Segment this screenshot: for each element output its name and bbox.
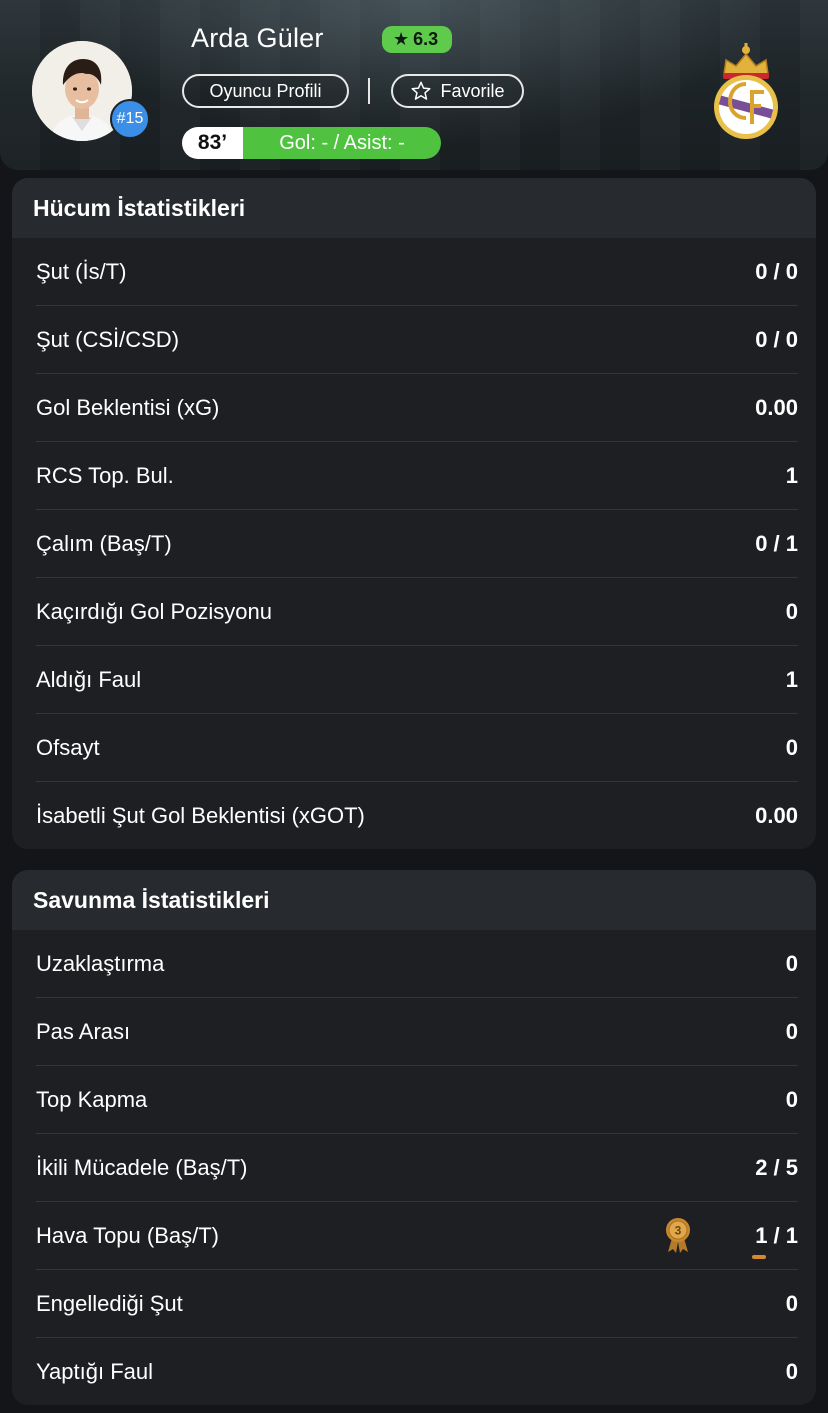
team-crest-icon[interactable] (706, 40, 786, 142)
stat-label: Engellediği Şut (36, 1290, 183, 1316)
stat-value: 0 / 1 (755, 530, 798, 556)
stat-label: Yaptığı Faul (36, 1359, 153, 1384)
stat-label: Çalım (Baş/T) (36, 530, 172, 556)
stat-row-shots-box: Şut (CSİ/CSD) 0 / 0 (36, 306, 798, 374)
stat-label: Şut (CSİ/CSD) (36, 326, 180, 352)
medal-rank: 3 (675, 1224, 682, 1238)
attack-stats-card: Hücum İstatistikleri Şut (İs/T) 0 / 0 Şu… (12, 178, 816, 849)
highlight-underline (752, 1255, 766, 1259)
favorite-label: Favorile (440, 80, 505, 101)
player-header: #15 Arda Güler ★ 6.3 Oyuncu Profili Favo… (0, 0, 828, 170)
stat-row-dribbles: Çalım (Baş/T) 0 / 1 (36, 510, 798, 578)
star-outline-icon (411, 81, 432, 100)
stat-value: 0 (785, 1018, 798, 1044)
stat-row-missed-chances: Kaçırdığı Gol Pozisyonu 0 (36, 578, 798, 646)
stat-label: Şut (İs/T) (36, 258, 127, 284)
jersey-number-badge: #15 (110, 99, 150, 139)
stat-value: 0 (785, 1086, 798, 1112)
stat-label: Top Kapma (36, 1086, 148, 1112)
stat-row-aerial-duels: Hava Topu (Baş/T) 3 1 / 1 (36, 1202, 798, 1270)
stat-value: 0 / 0 (755, 258, 798, 284)
stat-value: 0.00 (755, 394, 798, 420)
stat-row-offside: Ofsayt 0 (36, 714, 798, 782)
stat-row-ball-recovery: RCS Top. Bul. 1 (36, 442, 798, 510)
stat-value: 1 (785, 462, 798, 488)
stat-row-blocked-shots: Engellediği Şut 0 (36, 1270, 798, 1338)
stat-row-tackles: Top Kapma 0 (36, 1066, 798, 1134)
stat-label: Hava Topu (Baş/T) (36, 1222, 220, 1248)
stat-value: 0 (785, 1290, 798, 1316)
stat-row-xg: Gol Beklentisi (xG) 0.00 (36, 374, 798, 442)
stat-label: İsabetli Şut Gol Beklentisi (xGOT) (36, 803, 365, 828)
stat-label: Pas Arası (36, 1018, 131, 1044)
medal-icon[interactable]: 3 (664, 1216, 692, 1254)
rating-badge: ★ 6.3 (382, 26, 453, 53)
minutes-played: 83’ (182, 127, 243, 159)
stat-row-interceptions: Pas Arası 0 (36, 998, 798, 1066)
stat-value: 0 (785, 598, 798, 624)
stat-value: 0.00 (755, 803, 798, 828)
stat-label: İkili Mücadele (Baş/T) (36, 1154, 248, 1180)
stat-row-shots: Şut (İs/T) 0 / 0 (36, 238, 798, 306)
stat-label: Gol Beklentisi (xG) (36, 394, 220, 420)
stat-value: 1 / 1 (755, 1222, 798, 1248)
stat-value: 0 (785, 1359, 798, 1384)
player-profile-label: Oyuncu Profili (209, 80, 322, 101)
stat-row-xgot: İsabetli Şut Gol Beklentisi (xGOT) 0.00 (36, 782, 798, 849)
attack-stats-title: Hücum İstatistikleri (12, 178, 816, 238)
defense-stats-list: Uzaklaştırma 0 Pas Arası 0 Top Kapma 0 İ… (12, 930, 816, 1405)
stat-value: 0 / 0 (755, 326, 798, 352)
stat-value: 2 / 5 (755, 1154, 798, 1180)
stat-row-duels: İkili Mücadele (Baş/T) 2 / 5 (36, 1134, 798, 1202)
goal-assist-bar: Gol: - / Asist: - (243, 127, 441, 159)
attack-stats-list: Şut (İs/T) 0 / 0 Şut (CSİ/CSD) 0 / 0 Gol… (12, 238, 816, 849)
stat-label: RCS Top. Bul. (36, 462, 174, 488)
stat-label: Aldığı Faul (36, 666, 142, 692)
stat-label: Kaçırdığı Gol Pozisyonu (36, 598, 273, 624)
stat-value: 0 (785, 734, 798, 760)
player-name: Arda Güler (191, 23, 324, 53)
stat-value: 1 (785, 666, 798, 692)
favorite-button[interactable]: Favorile (391, 74, 524, 108)
defense-stats-card: Savunma İstatistikleri Uzaklaştırma 0 Pa… (12, 870, 816, 1405)
rating-value: 6.3 (413, 29, 439, 49)
stat-label: Uzaklaştırma (36, 950, 165, 976)
player-profile-button[interactable]: Oyuncu Profili (182, 74, 349, 108)
stat-row-fouls-won: Aldığı Faul 1 (36, 646, 798, 714)
stat-row-fouls-committed: Yaptığı Faul 0 (36, 1338, 798, 1405)
button-divider (368, 78, 370, 104)
stat-value: 0 (785, 950, 798, 976)
defense-stats-title: Savunma İstatistikleri (12, 870, 816, 930)
star-icon: ★ (393, 29, 410, 49)
stat-row-clearances: Uzaklaştırma 0 (36, 930, 798, 998)
stat-label: Ofsayt (36, 734, 100, 760)
